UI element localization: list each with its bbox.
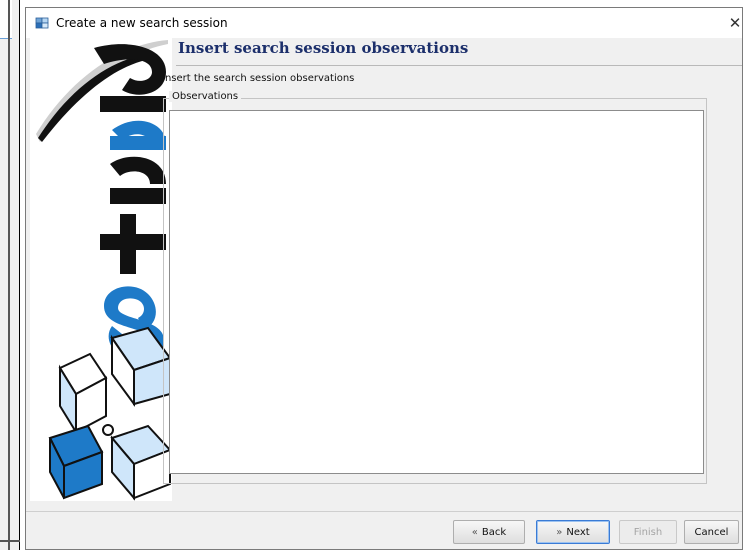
title-bar[interactable]: Create a new search session ✕ [26,8,742,38]
cancel-button[interactable]: Cancel [684,520,739,544]
strr-logo-panel [30,38,172,501]
back-button[interactable]: « Back [453,520,525,544]
logo-letter-r-black [110,156,166,184]
observations-textarea[interactable] [169,110,704,474]
double-chevron-left-icon: « [471,526,478,538]
close-icon[interactable]: ✕ [728,8,742,38]
instructions-text: Insert the search session observations [162,73,355,84]
strr-logo [36,40,172,501]
background-window-edge [8,0,10,550]
next-button-label: Next [566,526,590,538]
logo-stroke-2 [110,136,166,150]
finish-button[interactable]: Finish [619,520,677,544]
window-title: Create a new search session [56,16,228,30]
background-window [0,0,20,550]
page-title: Insert search session observations [178,39,469,57]
wizard-dialog: Create a new search session ✕ Insert sea… [25,7,743,550]
logo-stroke-1 [100,96,166,112]
double-chevron-right-icon: » [556,526,563,538]
observations-legend: Observations [169,91,242,102]
logo-letter-t-stem [120,214,136,274]
finish-button-label: Finish [633,526,663,538]
cancel-button-label: Cancel [694,526,729,538]
back-button-label: Back [481,526,507,538]
app-icon [35,17,49,29]
logo-cubes [48,326,172,501]
footer-divider [26,511,742,512]
background-window-strip [0,0,12,39]
logo-stroke-3 [110,188,166,204]
wizard-header: Insert search session observations [176,38,742,66]
next-button[interactable]: » Next [536,520,610,544]
background-window-bottom-edge [0,540,20,542]
